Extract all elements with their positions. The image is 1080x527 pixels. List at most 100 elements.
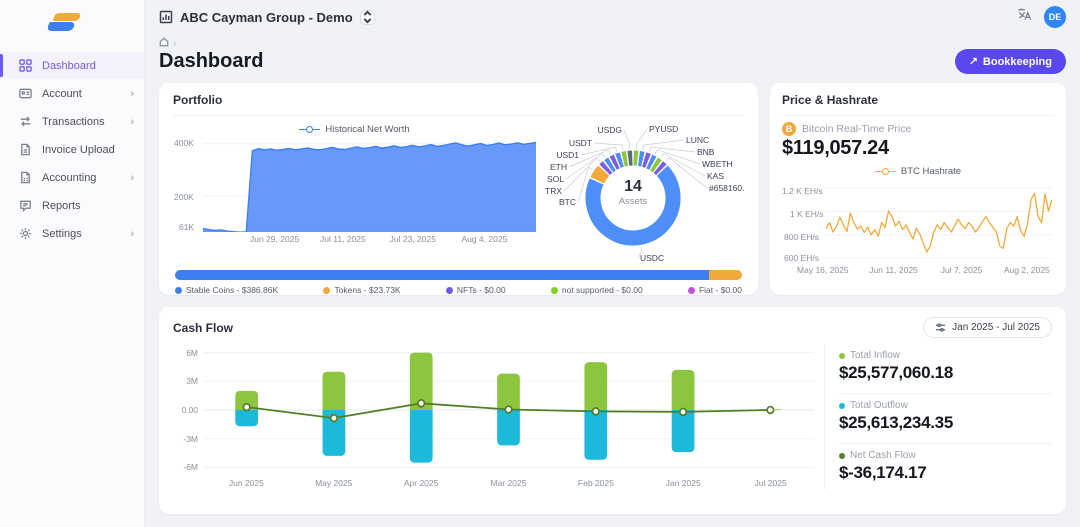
net-worth-legend[interactable]: Historical Net Worth [173, 122, 536, 136]
legend-dot-icon [175, 287, 182, 294]
axis-tick-label: 200K [174, 192, 194, 202]
hashrate-chart: 1.2 K EH/s 1 K EH/s 800 EH/s 600 EH/s [782, 181, 1054, 263]
axis-tick-label: Jun 2025 [229, 478, 264, 488]
axis-tick-label: Feb 2025 [578, 478, 614, 488]
invoice-upload-icon [19, 143, 32, 156]
axis-tick-label: Jan 2025 [666, 478, 701, 488]
sidebar-item-label: Accounting [42, 172, 96, 184]
axis-tick-label: -6M [183, 462, 203, 472]
company-chart-icon [159, 10, 173, 24]
allocation-segment [175, 270, 709, 280]
date-range-button[interactable]: Jan 2025 - Jul 2025 [923, 317, 1052, 338]
cashflow-stats: Total Inflow $25,577,060.18 Total Outflo… [824, 344, 1052, 490]
sidebar-item-reports[interactable]: Reports [0, 192, 144, 219]
portfolio-title: Portfolio [173, 93, 744, 107]
donut-center: 14 Assets [599, 178, 667, 207]
legend-dot-icon [688, 287, 695, 294]
allocation-bar[interactable] [175, 270, 742, 280]
legend-item[interactable]: not supported - $0.00 [551, 285, 643, 295]
cashflow-chart: 6M 3M 0.00 -3M -6M Jun 2025 May 2025 Apr… [173, 344, 824, 490]
divider [173, 115, 744, 116]
allocation-segment [709, 270, 742, 280]
bookkeeping-button[interactable]: Bookkeeping [955, 49, 1066, 74]
avatar[interactable]: DE [1044, 6, 1066, 28]
chevron-right-icon [130, 88, 134, 100]
legend-item[interactable]: Tokens - $23.73K [323, 285, 400, 295]
main-area: ABC Cayman Group - Demo DE Dashboard [145, 0, 1080, 527]
axis-tick-label: 1 K EH/s [790, 209, 824, 219]
sidebar-item-label: Dashboard [42, 60, 96, 72]
axis-tick-label: 400K [174, 138, 194, 148]
stat-net-cashflow: Net Cash Flow $-36,174.17 [839, 443, 1052, 490]
donut-label: ETH [550, 162, 567, 172]
price-hashrate-card: Price & Hashrate B Bitcoin Real-Time Pri… [770, 83, 1066, 295]
stat-total-outflow: Total Outflow $25,613,234.35 [839, 393, 1052, 440]
allocation-legend: Stable Coins - $386.86K Tokens - $23.73K… [173, 285, 744, 295]
transactions-icon [19, 115, 32, 128]
axis-tick-label: Jul 2025 [755, 478, 787, 488]
net-worth-chart: Historical Net Worth 400K 200K 61K Jun 2… [173, 122, 536, 266]
donut-label: LUNC [686, 135, 709, 145]
company-selector[interactable]: ABC Cayman Group - Demo [159, 10, 375, 25]
app-logo[interactable] [46, 12, 80, 34]
language-translate-icon[interactable] [1017, 7, 1032, 27]
donut-label: SOL [547, 174, 564, 184]
axis-tick-label: 3M [186, 376, 203, 386]
sidebar-item-label: Account [42, 88, 82, 100]
stat-total-inflow: Total Inflow $25,577,060.18 [839, 344, 1052, 390]
axis-tick-label: Mar 2025 [491, 478, 527, 488]
chevron-right-icon [130, 228, 134, 240]
breadcrumb-separator-icon [173, 33, 176, 51]
dashboard-icon [19, 59, 32, 72]
asset-count: 14 [599, 178, 667, 196]
hashrate-line-svg [826, 181, 1052, 263]
legend-dot-icon [839, 353, 845, 359]
company-switch-stepper-icon[interactable] [360, 10, 375, 25]
donut-label: BNB [697, 147, 715, 157]
sidebar-item-settings[interactable]: Settings [0, 220, 144, 247]
home-icon[interactable] [159, 37, 169, 47]
stat-value: $25,613,234.35 [839, 413, 1052, 433]
reports-icon [19, 199, 32, 212]
legend-item[interactable]: NFTs - $0.00 [446, 285, 506, 295]
donut-label: TRX [545, 186, 562, 196]
legend-marker-icon [875, 168, 896, 175]
axis-tick-label: Jun 11, 2025 [869, 265, 918, 275]
axis-tick-label: Jun 29, 2025 [250, 234, 299, 244]
axis-tick-label: Jul 23, 2025 [390, 234, 436, 244]
sidebar-item-invoice-upload[interactable]: Invoice Upload [0, 136, 144, 163]
sidebar-item-label: Transactions [42, 116, 105, 128]
portfolio-card: Portfolio Historical Net Worth 400K 200K [159, 83, 758, 295]
legend-dot-icon [551, 287, 558, 294]
legend-item[interactable]: Fiat - $0.00 [688, 285, 742, 295]
stat-value: $-36,174.17 [839, 463, 1052, 483]
sidebar-item-transactions[interactable]: Transactions [0, 108, 144, 135]
sidebar-item-dashboard[interactable]: Dashboard [0, 52, 144, 79]
assets-donut-chart[interactable]: PYUSDLUNCBNBWBETHKAS#658160...USDCBTCTRX… [536, 118, 744, 266]
chevron-right-icon [130, 172, 134, 184]
logo-blue-shape [47, 22, 76, 31]
stat-value: $25,577,060.18 [839, 363, 1052, 383]
donut-label: USDG [597, 125, 622, 135]
donut-label: USDC [640, 253, 664, 263]
axis-tick-label: 600 EH/s [784, 253, 819, 263]
axis-tick-label: May 16, 2025 [797, 265, 849, 275]
axis-tick-label: 6M [186, 348, 203, 358]
sidebar-item-account[interactable]: Account [0, 80, 144, 107]
hashrate-legend[interactable]: BTC Hashrate [782, 164, 1054, 178]
axis-tick-label: Jul 7, 2025 [941, 265, 983, 275]
chevron-right-icon [130, 116, 134, 128]
company-name: ABC Cayman Group - Demo [180, 10, 353, 25]
asset-count-label: Assets [599, 196, 667, 207]
sidebar-item-accounting[interactable]: Accounting [0, 164, 144, 191]
legend-marker-icon [299, 126, 320, 133]
axis-tick-label: May 2025 [315, 478, 352, 488]
axis-tick-label: Jul 11, 2025 [320, 234, 366, 244]
legend-dot-icon [323, 287, 330, 294]
axis-tick-label: Aug 2, 2025 [1004, 265, 1050, 275]
axis-tick-label: 0.00 [181, 405, 203, 415]
legend-item[interactable]: Stable Coins - $386.86K [175, 285, 278, 295]
donut-label: WBETH [702, 159, 733, 169]
donut-label: KAS [707, 171, 724, 181]
axis-tick-label: -3M [183, 434, 203, 444]
